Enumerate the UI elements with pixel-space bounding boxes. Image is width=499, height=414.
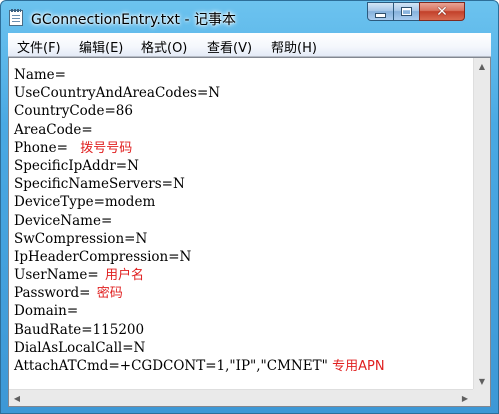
line-text: SpecificIpAddr=N [14, 157, 139, 174]
editor-line: AreaCode= [14, 121, 385, 139]
line-text: AreaCode= [14, 121, 93, 138]
line-text: Name= [14, 67, 66, 83]
menu-format[interactable]: 格式(O) [141, 37, 187, 56]
menu-bar: 文件(F) 编辑(E) 格式(O) 查看(V) 帮助(H) [8, 33, 491, 57]
editor-line: AttachATCmd=+CGDCONT=1,"IP","CMNET" 专用AP… [14, 357, 385, 375]
scroll-down-icon[interactable]: ▼ [474, 373, 490, 389]
notepad-window: GConnectionEntry.txt - 记事本 ✕ 文件(F) 编辑(E)… [0, 0, 499, 414]
editor-line: SpecificNameServers=N [14, 175, 385, 193]
annotation-username: 用户名 [105, 268, 145, 284]
editor-line: DeviceName= [14, 212, 385, 230]
editor-line: DeviceType=modem [14, 193, 385, 211]
minimize-button[interactable] [367, 2, 394, 21]
line-text: UseCountryAndAreaCodes=N [14, 85, 221, 102]
editor-line: Domain= [14, 302, 385, 320]
close-button[interactable]: ✕ [419, 2, 465, 21]
line-text: Phone= [14, 139, 73, 156]
line-text: DeviceType=modem [14, 194, 156, 211]
editor-text[interactable]: Name= UseCountryAndAreaCodes=N CountryCo… [14, 66, 385, 375]
scroll-right-icon[interactable]: ▶ [457, 390, 473, 406]
maximize-icon [401, 7, 412, 16]
line-text: Domain= [14, 303, 79, 320]
line-text: UserName= [14, 267, 104, 284]
editor-line: SpecificIpAddr=N [14, 157, 385, 175]
minimize-icon [375, 12, 386, 18]
editor-line: Name= [14, 66, 385, 84]
editor-line: CountryCode=86 [14, 102, 385, 120]
editor-line: Password= 密码 [14, 284, 385, 302]
editor-line: UseCountryAndAreaCodes=N [14, 84, 385, 102]
line-text: AttachATCmd=+CGDCONT=1,"IP","CMNET" [14, 358, 333, 374]
menu-help[interactable]: 帮助(H) [271, 37, 317, 56]
size-grip[interactable] [473, 389, 490, 406]
editor-line: SwCompression=N [14, 230, 385, 248]
editor-line: UserName= 用户名 [14, 266, 385, 284]
menu-file[interactable]: 文件(F) [17, 37, 61, 56]
text-editor[interactable]: Name= UseCountryAndAreaCodes=N CountryCo… [8, 57, 491, 407]
menu-view[interactable]: 查看(V) [207, 37, 252, 56]
title-bar[interactable]: GConnectionEntry.txt - 记事本 ✕ [1, 1, 498, 33]
annotation-phone: 拨号号码 [80, 140, 133, 156]
menu-edit[interactable]: 编辑(E) [79, 37, 123, 56]
editor-line: Phone= 拨号号码 [14, 139, 385, 157]
annotation-password: 密码 [96, 286, 123, 302]
close-icon: ✕ [436, 3, 448, 20]
line-text: DeviceName= [14, 212, 113, 229]
line-text: IpHeaderCompression=N [14, 248, 192, 265]
scroll-left-icon[interactable]: ◀ [9, 390, 25, 406]
window-title: GConnectionEntry.txt - 记事本 [31, 12, 236, 28]
editor-line: IpHeaderCompression=N [14, 248, 385, 266]
line-text: BaudRate=115200 [14, 321, 145, 338]
line-text: DialAsLocalCall=N [14, 339, 146, 356]
annotation-apn: 专用APN [332, 359, 385, 374]
line-text: CountryCode=86 [14, 103, 133, 120]
editor-line: DialAsLocalCall=N [14, 339, 385, 357]
notepad-icon[interactable] [9, 9, 23, 26]
line-text: SwCompression=N [14, 230, 148, 247]
vertical-scrollbar[interactable]: ▲ ▼ [473, 58, 490, 389]
scroll-up-icon[interactable]: ▲ [474, 58, 490, 74]
horizontal-scrollbar[interactable]: ◀ ▶ [9, 389, 473, 406]
line-text: Password= [14, 285, 95, 302]
editor-line: BaudRate=115200 [14, 321, 385, 339]
line-text: SpecificNameServers=N [14, 176, 185, 193]
maximize-button[interactable] [393, 2, 420, 21]
